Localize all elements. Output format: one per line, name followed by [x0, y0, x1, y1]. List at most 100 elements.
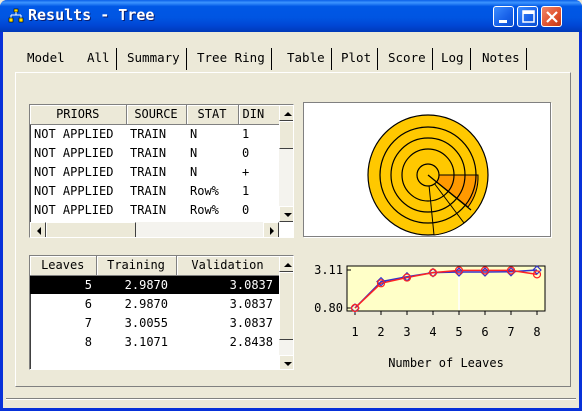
arrow-up-icon [284, 263, 292, 267]
tree-ring-panel[interactable] [303, 102, 551, 237]
y-tick-label: 0.80 [314, 301, 343, 315]
tab-table[interactable]: Table [281, 48, 332, 70]
minimize-icon [499, 20, 507, 23]
cell: NOT APPLIED [34, 202, 114, 217]
cell: TRAIN [130, 164, 167, 179]
arrow-down-icon [284, 213, 292, 217]
cell: 0 [242, 202, 250, 217]
table-row[interactable]: NOT APPLIED TRAIN N 1 [30, 124, 284, 143]
tab-score-label: Score [388, 50, 426, 65]
cell: TRAIN [130, 126, 167, 141]
cell: 7 [84, 315, 92, 330]
tab-model-label: Model [27, 50, 65, 65]
scroll-thumb[interactable] [46, 222, 136, 237]
cell: TRAIN [130, 145, 167, 160]
maximize-button[interactable] [517, 6, 538, 27]
leaves-plot[interactable]: 3.11 0.80 1 2 3 4 5 6 7 8 Number of Leaves [301, 250, 557, 375]
minimize-button[interactable] [493, 6, 514, 27]
cell: Row% [190, 183, 219, 198]
x-tick-label: 6 [481, 325, 488, 339]
scroll-up-button[interactable] [279, 256, 293, 272]
cell: N [190, 145, 198, 160]
close-icon [546, 11, 558, 23]
scroll-down-button[interactable] [279, 206, 293, 222]
tab-strip: Model All Summary Tree Ring Table Plot S… [17, 48, 547, 70]
cell: NOT APPLIED [34, 145, 114, 160]
y-tick-label: 3.11 [314, 263, 343, 277]
column-header-training[interactable]: Training [96, 256, 177, 276]
column-header-source[interactable]: SOURCE [126, 105, 187, 125]
cell: Row% [190, 202, 219, 217]
cell: N [190, 126, 198, 141]
arrow-right-icon [270, 227, 274, 235]
scroll-left-button[interactable] [30, 222, 46, 237]
x-tick-label: 7 [507, 325, 514, 339]
x-tick-label: 5 [455, 325, 462, 339]
tab-model[interactable]: Model [21, 48, 71, 70]
column-header-din[interactable]: DIN [238, 105, 285, 125]
table-row[interactable]: NOT APPLIED TRAIN Row% 0 [30, 200, 284, 219]
table-row[interactable]: NOT APPLIED TRAIN N + [30, 162, 284, 181]
tab-plot[interactable]: Plot [335, 48, 379, 70]
table-row[interactable]: NOT APPLIED TRAIN Row% 1 [30, 181, 284, 200]
column-header-priors[interactable]: PRIORS [30, 105, 127, 125]
cell: NOT APPLIED [34, 164, 114, 179]
cell: 3.0055 [124, 315, 168, 330]
table-row[interactable]: 8 3.1071 2.8438 [30, 332, 279, 351]
table-row-selected[interactable]: 5 2.9870 3.0837 [30, 275, 279, 294]
scroll-up-button[interactable] [279, 105, 293, 121]
leaves-vertical-scrollbar[interactable] [279, 256, 293, 369]
window-bottom-separator [6, 398, 576, 400]
cell: 6 [84, 296, 92, 311]
tree-app-icon [8, 8, 24, 23]
column-header-stat[interactable]: STAT [186, 105, 239, 125]
table-row[interactable]: NOT APPLIED TRAIN N 0 [30, 143, 284, 162]
summary-grid[interactable]: PRIORS SOURCE STAT DIN NOT APPLIED TRAIN N… [29, 104, 294, 238]
tab-score[interactable]: Score [382, 48, 433, 70]
window-title: Results - Tree [28, 6, 155, 24]
table-row[interactable]: 7 3.0055 3.0837 [30, 313, 279, 332]
table-row[interactable]: 6 2.9870 3.0837 [30, 294, 279, 313]
close-button[interactable] [541, 6, 562, 27]
cell: 3.1071 [124, 334, 168, 349]
tab-summary[interactable]: Summary [121, 48, 187, 70]
summary-horizontal-scrollbar[interactable] [30, 222, 279, 237]
x-tick-label: 2 [377, 325, 384, 339]
tab-log[interactable]: Log [435, 48, 471, 70]
cell: 5 [30, 275, 96, 294]
x-tick-label: 3 [403, 325, 410, 339]
tree-ring-diagram [367, 114, 489, 236]
cell: 3.0837 [229, 315, 273, 330]
cell: 8 [84, 334, 92, 349]
x-tick-label: 4 [429, 325, 436, 339]
cell: 2.9870 [124, 296, 168, 311]
leaves-table: Leaves Training Validation 5 2.9870 3.0837… [30, 256, 280, 351]
cell: 2.8438 [229, 334, 273, 349]
arrow-down-icon [284, 362, 292, 366]
tab-tree-ring-label: Tree Ring [197, 50, 265, 65]
cell: NOT APPLIED [34, 183, 114, 198]
scroll-down-button[interactable] [279, 355, 293, 369]
cell: TRAIN [130, 183, 167, 198]
column-header-leaves[interactable]: Leaves [30, 256, 97, 276]
cell: + [242, 164, 250, 179]
cell: 2.9870 [96, 275, 176, 294]
leaves-grid[interactable]: Leaves Training Validation 5 2.9870 3.0837… [29, 255, 294, 370]
scroll-thumb[interactable] [279, 121, 293, 149]
cell: 0 [242, 145, 250, 160]
tab-tree-ring[interactable]: Tree Ring [191, 48, 272, 70]
summary-vertical-scrollbar[interactable] [279, 105, 293, 222]
tab-notes[interactable]: Notes [476, 48, 527, 70]
cell: 1 [242, 126, 250, 141]
title-bar[interactable]: Results - Tree [0, 0, 582, 32]
tab-plot-label: Plot [341, 50, 372, 65]
scroll-thumb[interactable] [279, 272, 293, 340]
column-header-validation[interactable]: Validation [176, 256, 280, 276]
tab-all[interactable]: All [81, 48, 117, 70]
cell: 3.0837 [176, 275, 279, 294]
arrow-up-icon [284, 112, 292, 116]
scroll-right-button[interactable] [263, 222, 279, 237]
x-tick-label: 1 [351, 325, 358, 339]
tab-notes-label: Notes [482, 50, 520, 65]
cell: 1 [242, 183, 250, 198]
